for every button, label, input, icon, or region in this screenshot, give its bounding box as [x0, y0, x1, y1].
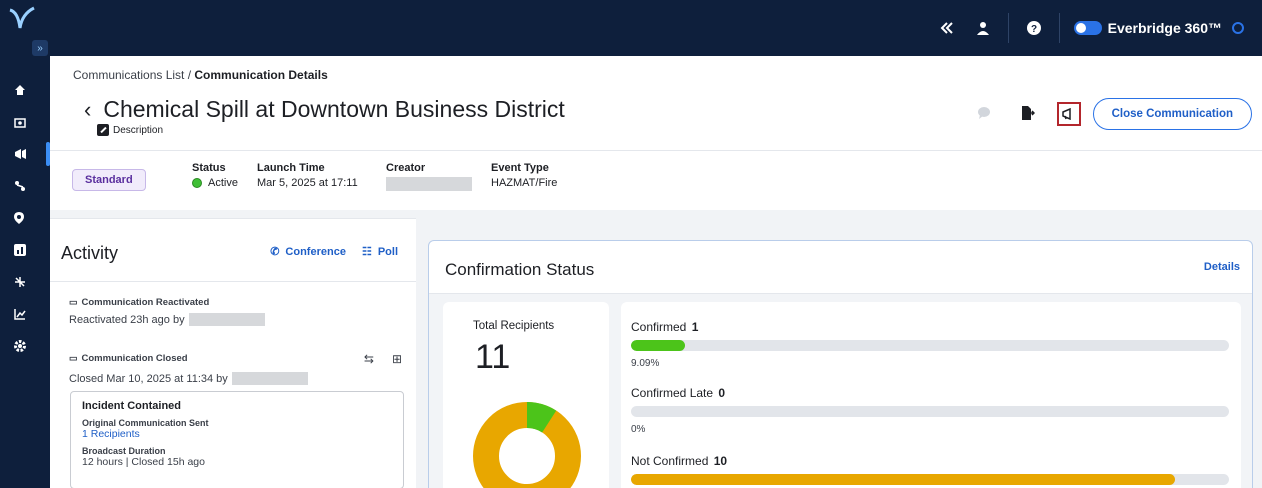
repeat-icon[interactable]: ⇆ [364, 352, 374, 366]
close-communication-button[interactable]: Close Communication [1092, 98, 1252, 130]
event-type-label: Event Type [491, 162, 549, 174]
status-value: Active [208, 177, 238, 189]
header-divider [50, 150, 1262, 151]
phone-icon: ✆ [270, 246, 280, 258]
not-confirmed-progress-track [631, 474, 1229, 485]
incidents-icon[interactable] [0, 108, 50, 136]
status-active-dot-icon [192, 178, 202, 188]
recipients-donut-chart [473, 402, 581, 488]
user-redacted [231, 372, 308, 385]
home-icon[interactable] [0, 76, 50, 104]
launch-time-value: Mar 5, 2025 at 17:11 [257, 177, 358, 189]
title-row: ‹ Chemical Spill at Downtown Business Di… [84, 96, 565, 123]
confirmation-body: Total Recipients 11 Confirmed 1 9.09% Co… [429, 294, 1252, 488]
poll-icon: ☷ [361, 246, 372, 258]
user-redacted [188, 313, 265, 326]
event-reactivated-detail: Reactivated 23h ago by [69, 313, 265, 326]
creator-redacted [386, 177, 472, 191]
creator-label: Creator [386, 162, 426, 174]
megaphone-icon [1062, 108, 1071, 120]
event-type-field: Event Type HAZMAT/Fire [491, 162, 557, 189]
incident-card: Incident Contained Original Communicatio… [70, 391, 404, 488]
chat-bubble-icon[interactable] [977, 106, 993, 122]
edit-pencil-icon [97, 124, 109, 136]
collapse-double-chevron-icon[interactable] [936, 17, 958, 39]
theme-toggle[interactable] [1073, 21, 1102, 35]
confirmation-stats-card: Confirmed 1 9.09% Confirmed Late 0 0% No… [621, 302, 1241, 488]
svg-text:?: ? [1031, 24, 1037, 35]
brand-status-icon[interactable] [1232, 22, 1244, 34]
conference-link[interactable]: ✆ Conference [270, 245, 346, 259]
not-confirmed-progress-fill [631, 474, 1175, 485]
not-confirmed-label: Not Confirmed 10 [631, 454, 728, 468]
add-note-icon[interactable]: ⊞ [392, 352, 402, 366]
event-closed-detail: Closed Mar 10, 2025 at 11:34 by [69, 372, 308, 385]
back-chevron-icon[interactable]: ‹ [84, 97, 91, 123]
topbar-separator [1007, 13, 1009, 43]
confirmed-progress-track [631, 340, 1229, 351]
communications-megaphone-icon[interactable] [0, 140, 50, 168]
brand-name: Everbridge 360™ [1107, 20, 1222, 36]
confirmation-title: Confirmation Status [445, 260, 595, 279]
status-label: Status [192, 162, 226, 174]
activity-actions: ✆ Conference ☷ Poll [254, 245, 398, 259]
export-file-icon[interactable] [1021, 106, 1037, 122]
everbridge-logo-icon[interactable] [8, 6, 38, 32]
topbar-separator [1058, 13, 1060, 43]
confirmed-progress-fill [631, 340, 686, 351]
broadcast-duration-value: 12 hours | Closed 15h ago [82, 456, 205, 468]
confirmed-late-percent: 0% [631, 424, 646, 435]
confirmed-percent: 9.09% [631, 358, 660, 369]
top-bar: ? Everbridge 360™ [0, 0, 1262, 56]
activity-panel: Activity ✆ Conference ☷ Poll ▭ Communicatio… [50, 218, 416, 488]
expand-sidebar-icon[interactable]: » [32, 40, 48, 56]
total-recipients-value: 11 [475, 338, 511, 376]
user-icon[interactable] [972, 17, 994, 39]
confirmed-late-progress-track [631, 406, 1229, 417]
integrations-icon[interactable] [0, 268, 50, 296]
original-communication-label: Original Communication Sent [82, 418, 209, 428]
send-megaphone-button[interactable] [1056, 102, 1081, 126]
sidebar: » [0, 0, 50, 488]
total-recipients-label: Total Recipients [473, 320, 555, 332]
breadcrumb-parent-link[interactable]: Communications List [73, 68, 184, 82]
event-type-value: HAZMAT/Fire [491, 177, 558, 189]
incident-title: Incident Contained [82, 400, 181, 412]
status-field: Status Active [192, 162, 238, 189]
workflow-icon[interactable] [0, 172, 50, 200]
confirmed-late-label: Confirmed Late 0 [631, 386, 726, 400]
event-reactivated-label: ▭ Communication Reactivated [69, 297, 210, 308]
calendar-icon: ▭ [69, 353, 78, 363]
event-actions: ⇆ ⊞ [346, 352, 402, 366]
breadcrumb-separator: / [184, 68, 195, 82]
type-badge: Standard [72, 169, 146, 191]
creator-field: Creator [386, 162, 472, 191]
activity-title: Activity [61, 243, 119, 263]
event-closed-label: ▭ Communication Closed [69, 353, 188, 364]
launch-time-label: Launch Time [257, 162, 325, 174]
poll-link[interactable]: ☷ Poll [361, 245, 398, 259]
settings-gear-icon[interactable] [0, 332, 50, 360]
page-title: Chemical Spill at Downtown Business Dist… [103, 96, 565, 122]
description-link[interactable]: Description [97, 124, 163, 136]
help-icon[interactable]: ? [1023, 17, 1045, 39]
header-actions: Close Communication [977, 98, 1252, 130]
analytics-chart-icon[interactable] [0, 300, 50, 328]
broadcast-duration-label: Broadcast Duration [82, 446, 166, 456]
details-link[interactable]: Details [1204, 261, 1240, 273]
breadcrumb: Communications List / Communication Deta… [73, 68, 328, 82]
recipients-link[interactable]: 1 Recipients [82, 428, 392, 440]
confirmed-label: Confirmed 1 [631, 320, 699, 334]
reports-icon[interactable] [0, 236, 50, 264]
confirmation-panel: Confirmation Status Details Total Recipi… [428, 240, 1253, 488]
total-recipients-card: Total Recipients 11 [443, 302, 609, 488]
calendar-icon: ▭ [69, 297, 78, 307]
activity-divider [50, 281, 416, 282]
description-label: Description [113, 124, 164, 136]
location-pin-icon[interactable] [0, 204, 50, 232]
breadcrumb-current: Communication Details [194, 68, 328, 82]
launch-time-field: Launch Time Mar 5, 2025 at 17:11 [257, 162, 358, 189]
